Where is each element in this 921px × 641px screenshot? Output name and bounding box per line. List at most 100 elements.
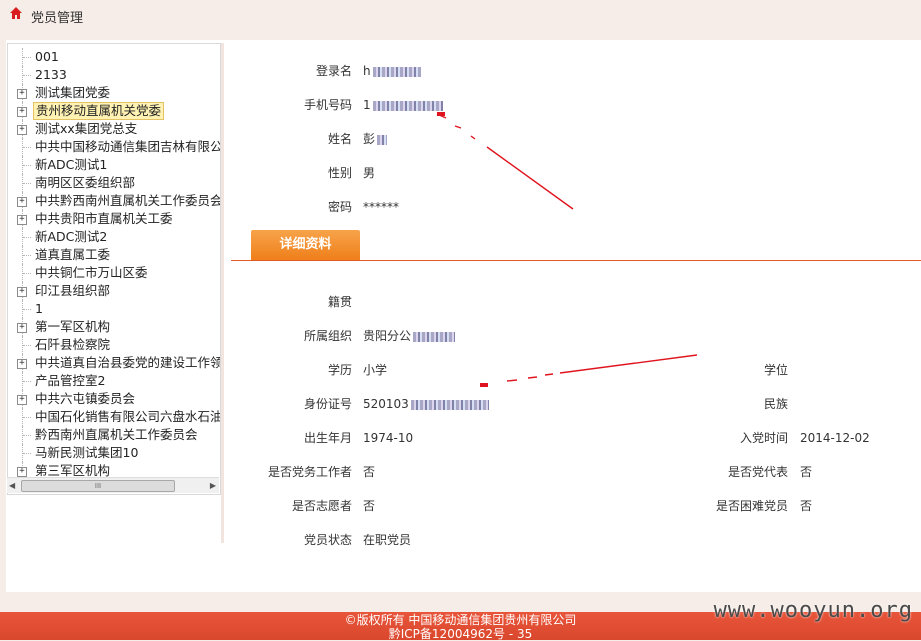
ethnic-label: 民族 bbox=[763, 397, 788, 411]
member-detail-form: 登录名 h 手机号码 1 姓名 彭 性别 男 密码 ****** 详细资料 籍贯… bbox=[224, 40, 921, 550]
org-tree-list: 001 2133 + 测试集团党委 + 贵州移动直属机关党委 + 测试xx集团党总支 中共中国移… bbox=[8, 48, 220, 480]
tree-node-label[interactable]: 测试集团党委 bbox=[33, 84, 112, 102]
poor-value: 否 bbox=[800, 499, 813, 513]
tree-node-label[interactable]: 中共中国移动通信集团吉林有限公司 bbox=[33, 138, 220, 156]
tree-node-label[interactable]: 中国石化销售有限公司六盘水石油分 bbox=[33, 408, 220, 426]
org-label: 所属组织 bbox=[303, 329, 352, 343]
tree-node-label[interactable]: 新ADC测试2 bbox=[33, 228, 109, 246]
password-label: 密码 bbox=[327, 200, 352, 214]
rep-value: 否 bbox=[800, 465, 813, 479]
join-label: 入党时间 bbox=[739, 431, 788, 445]
tree-node[interactable]: 1 bbox=[8, 300, 220, 318]
tree-node-label[interactable]: 新ADC测试1 bbox=[33, 156, 109, 174]
expand-icon[interactable]: + bbox=[17, 287, 27, 297]
tree-node-label[interactable]: 001 bbox=[33, 48, 61, 66]
tree-node[interactable]: 新ADC测试2 bbox=[8, 228, 220, 246]
tree-node-label[interactable]: 1 bbox=[33, 300, 45, 318]
tree-guide-line bbox=[23, 255, 31, 256]
redacted-mask bbox=[377, 134, 388, 145]
poor-label: 是否困难党员 bbox=[715, 499, 788, 513]
gender-label: 性别 bbox=[327, 166, 352, 180]
tree-guide-line bbox=[23, 183, 31, 184]
tree-node-label[interactable]: 石阡县检察院 bbox=[33, 336, 112, 354]
tree-node-label[interactable]: 道真直属工委 bbox=[33, 246, 112, 264]
tree-node[interactable]: 马新民测试集团10 bbox=[8, 444, 220, 462]
expand-icon[interactable]: + bbox=[17, 359, 27, 369]
tree-horizontal-scrollbar[interactable]: ◀ III ▶ bbox=[7, 477, 219, 493]
birth-label: 出生年月 bbox=[303, 431, 352, 445]
edu-value: 小学 bbox=[363, 363, 388, 377]
join-value: 2014-12-02 bbox=[800, 431, 870, 445]
org-tree: 001 2133 + 测试集团党委 + 贵州移动直属机关党委 + 测试xx集团党总支 中共中国移… bbox=[7, 43, 221, 495]
expand-icon[interactable]: + bbox=[17, 323, 27, 333]
id-label: 身份证号 bbox=[303, 397, 352, 411]
watermark-text: www.wooyun.org bbox=[713, 598, 913, 623]
tree-node-label[interactable]: 中共贵阳市直属机关工委 bbox=[33, 210, 175, 228]
tab-detail-info[interactable]: 详细资料 bbox=[251, 230, 360, 260]
tree-node-label[interactable]: 第一军区机构 bbox=[33, 318, 112, 336]
tree-node[interactable]: 中共中国移动通信集团吉林有限公司 bbox=[8, 138, 220, 156]
tree-node[interactable]: 中国石化销售有限公司六盘水石油分 bbox=[8, 408, 220, 426]
tree-node-label[interactable]: 马新民测试集团10 bbox=[33, 444, 140, 462]
tree-node-label[interactable]: 印江县组织部 bbox=[33, 282, 112, 300]
tree-node[interactable]: + 贵州移动直属机关党委 bbox=[8, 102, 220, 120]
org-value: 贵阳分公 bbox=[363, 326, 456, 346]
tree-guide-line bbox=[23, 309, 31, 310]
tree-guide-line bbox=[23, 237, 31, 238]
tree-node-label[interactable]: 中共道真自治县委党的建设工作领导 bbox=[33, 354, 220, 372]
tab-divider bbox=[231, 260, 921, 261]
tree-node[interactable]: + 测试集团党委 bbox=[8, 84, 220, 102]
tree-node[interactable]: 新ADC测试1 bbox=[8, 156, 220, 174]
tree-node-label[interactable]: 2133 bbox=[33, 66, 69, 84]
icp-text[interactable]: 黔ICP备12004962号 - 35 bbox=[0, 627, 921, 641]
degree-label: 学位 bbox=[763, 363, 788, 377]
tree-node-label[interactable]: 贵州移动直属机关党委 bbox=[33, 102, 165, 120]
tree-node-label[interactable]: 中共铜仁市万山区委 bbox=[33, 264, 150, 282]
gender-value: 男 bbox=[363, 166, 376, 180]
tree-node-label[interactable]: 测试xx集团党总支 bbox=[33, 120, 139, 138]
tree-node-label[interactable]: 产品管控室2 bbox=[33, 372, 107, 390]
party-worker-label: 是否党务工作者 bbox=[267, 465, 352, 479]
expand-icon[interactable]: + bbox=[17, 215, 27, 225]
tree-node[interactable]: 石阡县检察院 bbox=[8, 336, 220, 354]
tree-node[interactable]: + 中共贵阳市直属机关工委 bbox=[8, 210, 220, 228]
scroll-left-icon[interactable]: ◀ bbox=[9, 481, 15, 490]
expand-icon[interactable]: + bbox=[17, 467, 27, 477]
tree-node[interactable]: 001 bbox=[8, 48, 220, 66]
redacted-mask bbox=[413, 331, 456, 342]
tree-node[interactable]: + 第一军区机构 bbox=[8, 318, 220, 336]
status-value: 在职党员 bbox=[363, 533, 412, 547]
tree-guide-line bbox=[23, 345, 31, 346]
party-worker-value: 否 bbox=[363, 465, 376, 479]
expand-icon[interactable]: + bbox=[17, 125, 27, 135]
tree-node[interactable]: 中共铜仁市万山区委 bbox=[8, 264, 220, 282]
scroll-thumb[interactable]: III bbox=[21, 480, 175, 492]
scroll-right-icon[interactable]: ▶ bbox=[210, 481, 216, 490]
tree-node-label[interactable]: 中共黔西南州直属机关工作委员会 bbox=[33, 192, 220, 210]
expand-icon[interactable]: + bbox=[17, 89, 27, 99]
tree-node[interactable]: 产品管控室2 bbox=[8, 372, 220, 390]
expand-icon[interactable]: + bbox=[17, 395, 27, 405]
tree-node-label[interactable]: 中共六屯镇委员会 bbox=[33, 390, 137, 408]
tree-node[interactable]: + 测试xx集团党总支 bbox=[8, 120, 220, 138]
volunteer-label: 是否志愿者 bbox=[291, 499, 352, 513]
tree-guide-line bbox=[23, 165, 31, 166]
redacted-mask bbox=[372, 100, 443, 111]
tree-node[interactable]: 南明区区委组织部 bbox=[8, 174, 220, 192]
tree-node[interactable]: + 中共黔西南州直属机关工作委员会 bbox=[8, 192, 220, 210]
tree-guide-line bbox=[23, 435, 31, 436]
tree-node[interactable]: + 中共道真自治县委党的建设工作领导 bbox=[8, 354, 220, 372]
tree-node[interactable]: + 印江县组织部 bbox=[8, 282, 220, 300]
expand-icon[interactable]: + bbox=[17, 197, 27, 207]
tree-node[interactable]: 黔西南州直属机关工作委员会 bbox=[8, 426, 220, 444]
tree-node[interactable]: 2133 bbox=[8, 66, 220, 84]
tree-node-label[interactable]: 南明区区委组织部 bbox=[33, 174, 137, 192]
rep-label: 是否党代表 bbox=[727, 465, 788, 479]
home-icon[interactable] bbox=[9, 6, 23, 20]
password-value: ****** bbox=[363, 200, 399, 214]
tree-node[interactable]: + 中共六屯镇委员会 bbox=[8, 390, 220, 408]
birth-value: 1974-10 bbox=[363, 431, 414, 445]
expand-icon[interactable]: + bbox=[17, 107, 27, 117]
tree-node-label[interactable]: 黔西南州直属机关工作委员会 bbox=[33, 426, 200, 444]
tree-node[interactable]: 道真直属工委 bbox=[8, 246, 220, 264]
